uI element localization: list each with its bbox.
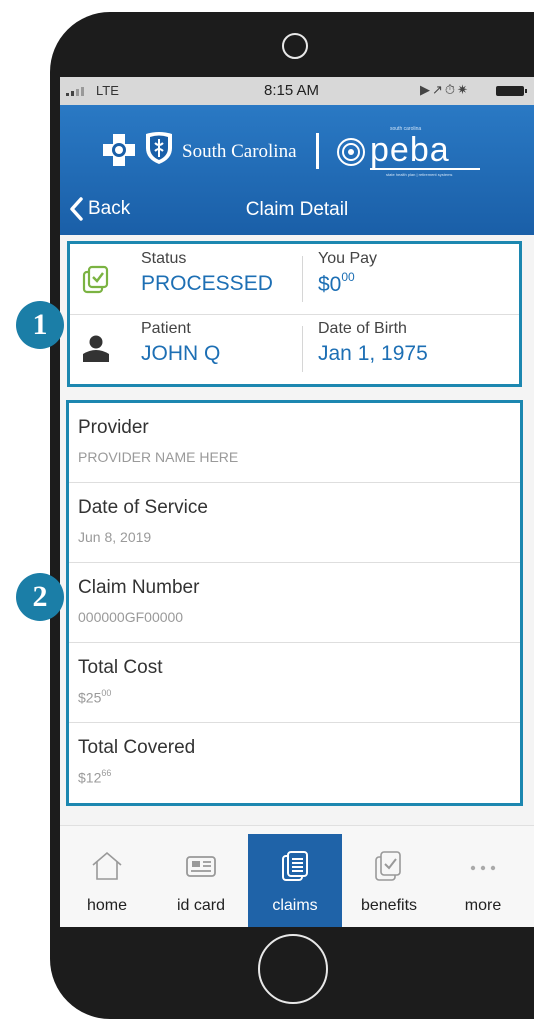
status-bar: LTE 8:15 AM ▶↗⏱✷ (60, 77, 534, 105)
column-divider (302, 256, 303, 302)
claim-number-item[interactable]: Claim Number 000000GF00000 (69, 563, 520, 643)
total-covered-dollars: $12 (78, 769, 102, 786)
camera-ring (282, 33, 308, 59)
service-date-value: Jun 8, 2019 (78, 529, 152, 545)
patient-value: JOHN Q (141, 342, 221, 365)
total-covered-cents: 66 (101, 768, 112, 778)
provider-value: PROVIDER NAME HERE (78, 449, 239, 465)
callout-badge-2: 2 (16, 573, 64, 621)
you-pay-dollars: $0 (318, 273, 342, 296)
logo-divider (316, 133, 319, 169)
clock: 8:15 AM (264, 82, 320, 99)
brand-logo: South Carolina south carolina peba state… (90, 119, 510, 177)
claim-number-label: Claim Number (78, 577, 200, 598)
checked-document-icon (82, 265, 109, 294)
tab-benefits-label: benefits (360, 897, 418, 914)
provider-label: Provider (78, 417, 149, 438)
status-row: Status PROCESSED You Pay $000 (70, 244, 519, 315)
dob-label: Date of Birth (318, 320, 407, 337)
you-pay-cents: 00 (341, 270, 355, 284)
tab-claims-label: claims (272, 897, 318, 914)
person-icon (83, 335, 109, 362)
dob-value: Jan 1, 1975 (318, 342, 428, 365)
total-cost-label: Total Cost (78, 657, 163, 678)
tab-bar: home id card claims benefits more (60, 825, 534, 927)
ellipsis-icon (470, 865, 496, 871)
service-date-label: Date of Service (78, 497, 208, 518)
total-cost-dollars: $25 (78, 689, 102, 706)
total-covered-label: Total Covered (78, 737, 196, 758)
house-icon (92, 851, 122, 880)
total-covered-item[interactable]: Total Covered $1266 (69, 723, 520, 803)
claim-details-box: Provider PROVIDER NAME HERE Date of Serv… (66, 400, 523, 806)
tab-more[interactable]: more (436, 834, 530, 927)
peba-underline (370, 168, 480, 170)
app-header: South Carolina south carolina peba state… (60, 105, 534, 235)
blue-cross-icon (103, 134, 135, 166)
app-screen: LTE 8:15 AM ▶↗⏱✷ South Carolina south ca… (60, 77, 534, 927)
checklist-icon (375, 851, 401, 881)
peba-wordmark: peba (370, 131, 450, 169)
you-pay-label: You Pay (318, 250, 378, 267)
nav-bar: Back Claim Detail (60, 189, 534, 229)
tab-benefits[interactable]: benefits (342, 834, 436, 927)
dob-field: Date of Birth Jan 1, 1975 (318, 320, 428, 366)
total-cost-cents: 00 (101, 688, 112, 698)
carrier-label: LTE (96, 83, 119, 98)
tab-home[interactable]: home (60, 834, 154, 927)
tab-home-label: home (86, 897, 128, 914)
peba-o-icon (337, 138, 365, 166)
you-pay-field: You Pay $000 (318, 250, 377, 297)
you-pay-value: $000 (318, 270, 377, 297)
tab-id-card[interactable]: id card (154, 834, 248, 927)
blue-shield-icon (146, 132, 172, 164)
total-cost-item[interactable]: Total Cost $2500 (69, 643, 520, 723)
tab-claims[interactable]: claims (248, 834, 342, 927)
service-date-item[interactable]: Date of Service Jun 8, 2019 (69, 483, 520, 563)
document-stack-icon (282, 851, 308, 881)
signal-icon (66, 87, 84, 96)
tab-id-card-label: id card (176, 897, 226, 914)
page-title: Claim Detail (245, 199, 349, 220)
total-covered-value: $1266 (78, 768, 112, 786)
patient-label: Patient (141, 320, 191, 337)
battery-icon (496, 86, 527, 96)
claim-summary-box: Status PROCESSED You Pay $000 Patient JO… (67, 241, 522, 387)
brand-name: South Carolina (182, 141, 297, 162)
peba-tagline-bottom: state health plan | retirement systems (386, 172, 453, 177)
patient-row: Patient JOHN Q Date of Birth Jan 1, 1975 (70, 314, 519, 384)
id-card-icon (186, 856, 216, 877)
tab-more-label: more (464, 897, 502, 914)
home-button[interactable] (258, 934, 328, 1004)
status-field: Status PROCESSED (141, 250, 273, 296)
status-value: PROCESSED (141, 272, 273, 295)
claim-number-value: 000000GF00000 (78, 609, 184, 625)
status-icons: ▶↗⏱✷ (420, 82, 470, 97)
total-cost-value: $2500 (78, 688, 112, 706)
provider-item[interactable]: Provider PROVIDER NAME HERE (69, 403, 520, 483)
callout-badge-1: 1 (16, 301, 64, 349)
status-label: Status (141, 250, 187, 267)
patient-field: Patient JOHN Q (141, 320, 220, 366)
column-divider (302, 326, 303, 372)
